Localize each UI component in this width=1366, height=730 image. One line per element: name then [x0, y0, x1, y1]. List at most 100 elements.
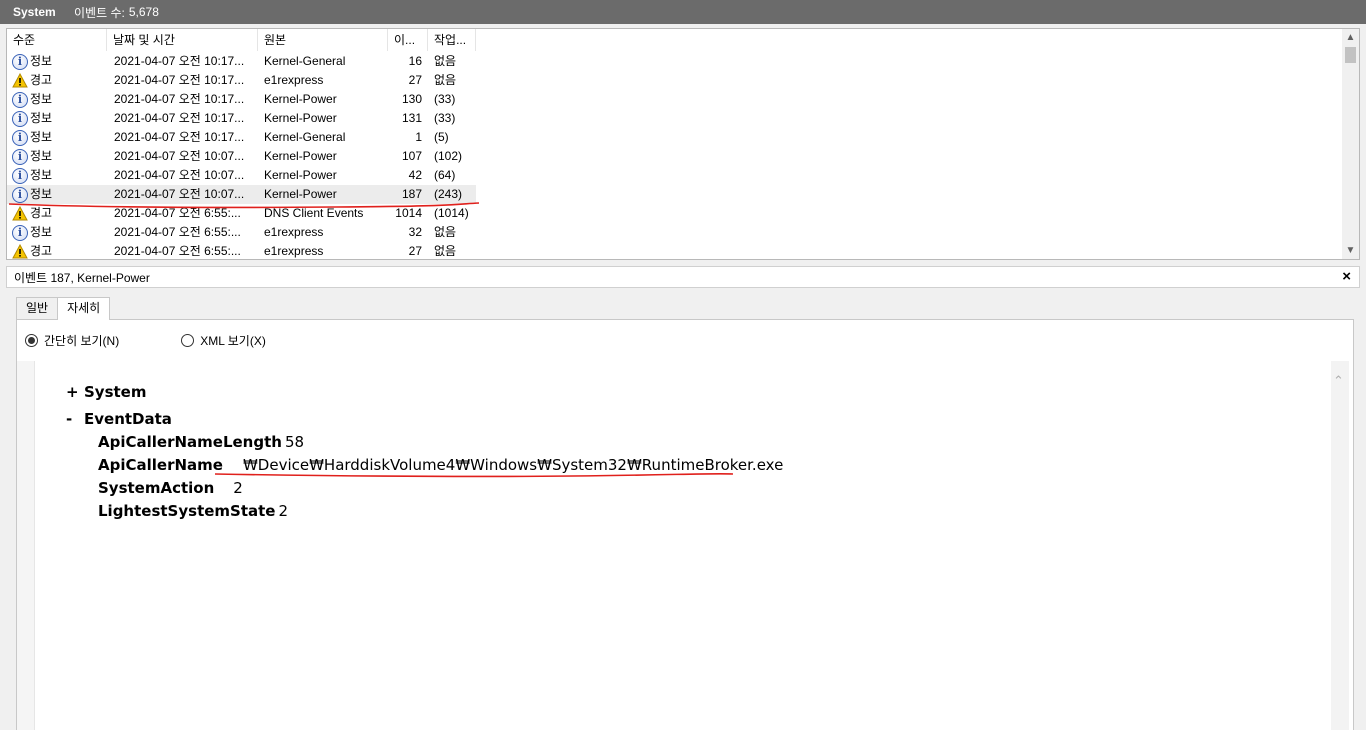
column-header-date[interactable]: 날짜 및 시간 — [107, 29, 258, 51]
event-detail-header: 이벤트 187, Kernel-Power × — [6, 266, 1360, 288]
field-key: LightestSystemState — [98, 501, 276, 520]
scroll-up-icon[interactable]: ▲ — [1342, 29, 1359, 46]
cell-level: i 정보 — [7, 166, 107, 185]
cell-event-id: 130 — [401, 92, 422, 106]
table-row[interactable]: 경고 2021-04-07 오전 10:17... e1rexpress 27 없음 — [7, 71, 1343, 90]
close-icon[interactable]: × — [1342, 268, 1351, 285]
table-row[interactable]: i 정보 2021-04-07 오전 6:55:... e1rexpress 32 없음 — [7, 223, 1343, 242]
scroll-thumb[interactable] — [1345, 47, 1356, 63]
cell-event-id: 187 — [401, 187, 422, 201]
cell-task: (64) — [434, 168, 456, 182]
cell-event-id: 42 — [408, 168, 422, 182]
event-data-tree: + System - EventData ApiCallerNameLength… — [66, 378, 783, 522]
radio-xml-label: XML 보기(X) — [200, 334, 266, 348]
cell-task: (33) — [434, 92, 456, 106]
cell-event-id: 107 — [401, 149, 422, 163]
cell-source: Kernel-Power — [264, 149, 337, 163]
list-scrollbar[interactable]: ▲ ▼ — [1342, 29, 1359, 259]
event-count-value: 5,678 — [128, 5, 159, 19]
info-icon: i — [12, 186, 28, 203]
warning-icon — [12, 244, 28, 259]
level-text: 정보 — [30, 168, 53, 182]
level-text: 정보 — [30, 149, 53, 163]
view-mode-radios: 간단히 보기(N) XML 보기(X) — [25, 332, 266, 349]
info-icon: i — [12, 224, 28, 241]
table-row[interactable]: i 정보 2021-04-07 오전 10:07... Kernel-Power 107… — [7, 147, 1343, 166]
cell-source: e1rexpress — [264, 73, 324, 87]
field-row: LightestSystemState 2 — [98, 499, 783, 522]
column-header-source[interactable]: 원본 — [258, 29, 388, 51]
tree-node-eventdata[interactable]: - EventData — [66, 405, 783, 432]
tab-general[interactable]: 일반 — [16, 297, 59, 319]
event-details-view[interactable]: + System - EventData ApiCallerNameLength… — [34, 361, 1334, 730]
column-header-event-id[interactable]: 이... — [388, 29, 428, 51]
cell-task: 없음 — [434, 244, 457, 258]
tree-node-label: System — [84, 382, 147, 401]
field-row: SystemAction 2 — [98, 476, 783, 499]
cell-level: i 정보 — [7, 109, 107, 128]
collapse-icon[interactable]: - — [66, 410, 84, 428]
cell-event-id: 32 — [408, 225, 422, 239]
cell-level: i 정보 — [7, 128, 107, 147]
cell-date: 2021-04-07 오전 6:55:... — [114, 206, 241, 220]
cell-source: Kernel-Power — [264, 187, 337, 201]
cell-date: 2021-04-07 오전 10:17... — [114, 92, 245, 106]
info-icon: i — [12, 110, 28, 127]
details-tab-panel: 간단히 보기(N) XML 보기(X) + System - EventData… — [16, 319, 1354, 730]
info-icon: i — [12, 148, 28, 165]
list-header: 수준 날짜 및 시간 원본 이... 작업... — [7, 29, 1343, 51]
scroll-down-icon[interactable]: ▼ — [1342, 242, 1359, 259]
cell-level: 경고 — [7, 242, 107, 259]
radio-xml-view[interactable]: XML 보기(X) — [181, 332, 266, 349]
eventdata-fields: ApiCallerNameLength 58 ApiCallerName ₩De… — [98, 430, 783, 522]
table-row[interactable]: i 정보 2021-04-07 오전 10:17... Kernel-Power 130… — [7, 90, 1343, 109]
table-row[interactable]: i 정보 2021-04-07 오전 10:17... Kernel-General 1… — [7, 52, 1343, 71]
details-left-margin — [17, 361, 34, 730]
radio-selected-icon[interactable] — [25, 334, 38, 347]
cell-source: Kernel-General — [264, 54, 346, 68]
level-text: 경고 — [30, 244, 53, 258]
info-icon: i — [12, 53, 28, 70]
cell-event-id: 1014 — [395, 206, 422, 220]
cell-date: 2021-04-07 오전 10:07... — [114, 149, 245, 163]
tree-node-system[interactable]: + System — [66, 378, 783, 405]
cell-task: (5) — [434, 130, 449, 144]
info-icon: i — [12, 167, 28, 184]
cell-source: e1rexpress — [264, 225, 324, 239]
tab-details[interactable]: 자세히 — [57, 297, 111, 320]
table-row[interactable]: 경고 2021-04-07 오전 6:55:... e1rexpress 27 없음 — [7, 242, 1343, 259]
log-name: System — [13, 5, 56, 19]
column-header-level[interactable]: 수준 — [7, 29, 107, 51]
cell-date: 2021-04-07 오전 10:07... — [114, 187, 245, 201]
cell-date: 2021-04-07 오전 10:17... — [114, 111, 245, 125]
table-row[interactable]: i 정보 2021-04-07 오전 10:07... Kernel-Power 42 (… — [7, 166, 1343, 185]
table-row[interactable]: 경고 2021-04-07 오전 6:55:... DNS Client Event… — [7, 204, 1343, 223]
radio-friendly-view[interactable]: 간단히 보기(N) — [25, 332, 119, 349]
table-row[interactable]: i 정보 2021-04-07 오전 10:17... Kernel-General 1… — [7, 128, 1343, 147]
cell-task: (33) — [434, 111, 456, 125]
cell-task: (102) — [434, 149, 463, 163]
level-text: 경고 — [30, 73, 53, 87]
cell-task: 없음 — [434, 73, 457, 87]
cell-level: i 정보 — [7, 52, 107, 71]
table-row[interactable]: i 정보 2021-04-07 오전 10:17... Kernel-Power 131… — [7, 109, 1343, 128]
field-row: ApiCallerNameLength 58 — [98, 430, 783, 453]
details-scrollbar[interactable]: ⌃ — [1331, 361, 1349, 730]
field-row: ApiCallerName ₩Device₩HarddiskVolume4₩Wi… — [98, 453, 783, 476]
cell-source: Kernel-Power — [264, 168, 337, 182]
radio-unselected-icon[interactable] — [181, 334, 195, 347]
cell-date: 2021-04-07 오전 6:55:... — [114, 225, 241, 239]
radio-friendly-label: 간단히 보기(N) — [44, 334, 120, 348]
event-list[interactable]: 수준 날짜 및 시간 원본 이... 작업... i 정보 2021-04-07 오… — [6, 28, 1360, 260]
tree-node-label: EventData — [84, 409, 172, 428]
chevron-up-icon[interactable]: ⌃ — [1333, 373, 1344, 389]
column-header-task[interactable]: 작업... — [428, 29, 476, 51]
table-row[interactable]: i 정보 2021-04-07 오전 10:07... Kernel-Power 187… — [7, 185, 476, 204]
cell-source: Kernel-General — [264, 130, 346, 144]
level-text: 정보 — [30, 130, 53, 144]
cell-level: i 정보 — [7, 147, 107, 166]
cell-source: e1rexpress — [264, 244, 324, 258]
cell-level: i 정보 — [7, 223, 107, 242]
expand-icon[interactable]: + — [66, 383, 84, 401]
level-text: 정보 — [30, 54, 53, 68]
